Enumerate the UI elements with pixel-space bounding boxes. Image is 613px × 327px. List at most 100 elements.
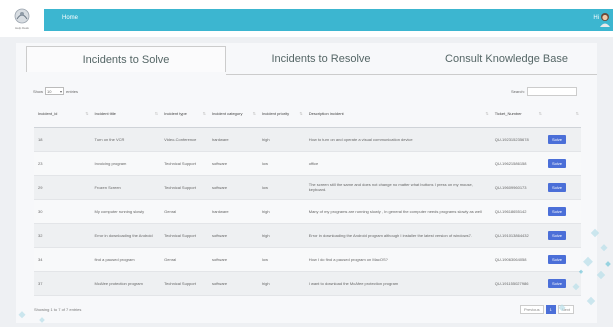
cell-ticket-number: QU-192315235678 [490, 127, 544, 152]
cell-incident-title: Frozen Screen [90, 175, 161, 200]
cell-incident-priority: low [258, 247, 305, 272]
table-row: 23 Invoicing program Technical Support s… [34, 151, 581, 176]
table-row: 18 Turn on the VCR Video-Conference hard… [34, 127, 581, 152]
entries-length-control: Show 10 ▾ entries [33, 87, 78, 95]
cell-action: Solve [543, 151, 581, 176]
solve-button[interactable]: Solve [547, 230, 566, 240]
search-control: Search: [511, 87, 577, 96]
cell-incident-title: Error in downloading the Android [90, 223, 161, 248]
sort-icon: ⇅ [202, 111, 206, 116]
table-header-row: Incident_id ⇅ Incident title ⇅ Incident ty… [34, 100, 581, 128]
solve-button[interactable]: Solve [547, 182, 566, 192]
entries-select[interactable]: 10 ▾ [45, 87, 65, 95]
cell-incident-priority: low [258, 151, 305, 176]
page-1-button[interactable]: 1 [545, 305, 556, 314]
solve-button[interactable]: Solve [547, 134, 566, 144]
cell-description: The screen still the same and does not c… [304, 175, 491, 200]
table-row: 30 My computer running slowly Genral har… [34, 199, 581, 224]
cell-ticket-number: QU-191013864432 [490, 223, 544, 248]
sort-icon: ⇅ [154, 111, 159, 116]
column-header-incident-type[interactable]: Incident type ⇅ [160, 100, 208, 128]
cell-incident-title: McAfee protection program [90, 271, 161, 296]
column-header-incident-priority[interactable]: Incident priority ⇅ [258, 100, 305, 128]
sort-icon: ⇅ [85, 111, 89, 116]
cell-action: Solve [543, 223, 581, 248]
cell-incident-category: hardware [207, 127, 258, 152]
cell-ticket-number: QU-19618655142 [490, 199, 544, 224]
column-header-incident-category[interactable]: Incident category ⇅ [207, 100, 258, 128]
user-avatar-icon[interactable] [599, 12, 611, 27]
cell-incident-category: hardware [207, 199, 258, 224]
main-panel: Incidents to Solve Incidents to Resolve … [16, 43, 597, 323]
cell-incident-priority: high [258, 127, 305, 152]
column-header-ticket-number[interactable]: Ticket_Number ⇅ [490, 100, 544, 128]
cell-description: Error in downloading the Android program… [304, 223, 491, 248]
cell-incident-priority: high [258, 271, 305, 296]
cell-incident-id: 29 [34, 175, 91, 200]
column-header-incident-title[interactable]: Incident title ⇅ [90, 100, 161, 128]
column-header-incident-id[interactable]: Incident_id ⇅ [34, 100, 91, 128]
cell-incident-type: Genral [160, 199, 208, 224]
solve-button[interactable]: Solve [547, 278, 566, 288]
cell-ticket-number: QU-19621586158 [490, 151, 544, 176]
table-row: 29 Frozen Screen Technical Support softw… [34, 175, 581, 200]
search-input[interactable] [526, 87, 577, 96]
tab-incidents-to-solve[interactable]: Incidents to Solve [26, 46, 226, 72]
cell-incident-type: Genral [160, 247, 208, 272]
cell-incident-priority: high [258, 199, 305, 224]
top-header: Help Desk Home Hi [0, 0, 613, 37]
navbar: Home Hi [44, 9, 613, 31]
solve-button[interactable]: Solve [547, 254, 566, 264]
search-label: Search: [511, 89, 525, 94]
cell-incident-type: Video-Conference [160, 127, 208, 152]
column-header-description[interactable]: Description incident ⇅ [304, 100, 491, 128]
cell-incident-id: 23 [34, 151, 91, 176]
cell-incident-title: My computer running slowly [90, 199, 161, 224]
app-logo[interactable]: Help Desk [0, 0, 44, 37]
chevron-down-icon: ▾ [60, 88, 63, 94]
sort-icon: ⇅ [252, 111, 256, 116]
cell-incident-id: 32 [34, 223, 91, 248]
cell-action: Solve [543, 247, 581, 272]
tab-consult-knowledge-base[interactable]: Consult Knowledge Base [416, 46, 597, 72]
column-header-action: ⇅ [543, 100, 581, 128]
cell-incident-title: find a paused program [90, 247, 161, 272]
entries-label: entries [66, 88, 79, 94]
entries-value: 10 [47, 88, 52, 94]
cell-ticket-number: QU-19609960173 [490, 175, 544, 200]
solve-button[interactable]: Solve [547, 206, 566, 216]
table-row: 34 find a paused program Genral software… [34, 247, 581, 272]
table-row: 32 Error in downloading the Android Tech… [34, 223, 581, 248]
table-row: 37 McAfee protection program Technical S… [34, 271, 581, 296]
cell-incident-id: 18 [34, 127, 91, 152]
cell-description: office [304, 151, 491, 176]
cell-incident-title: Invoicing program [90, 151, 161, 176]
cell-description: I want to download the McAfee protection… [304, 271, 491, 296]
next-page-button[interactable]: Next [557, 305, 575, 314]
cell-incident-category: software [207, 223, 258, 248]
table-info: Showing 1 to 7 of 7 entries [34, 307, 82, 312]
sort-icon: ⇅ [538, 111, 542, 116]
cell-action: Solve [543, 271, 581, 296]
cell-incident-type: Technical Support [160, 223, 208, 248]
solve-button[interactable]: Solve [547, 158, 566, 168]
cell-incident-id: 37 [34, 271, 91, 296]
cell-incident-priority: low [258, 175, 305, 200]
cell-description: Many of my programs are running slowly ,… [304, 199, 491, 224]
cell-ticket-number: QU-191155027986 [490, 271, 544, 296]
tab-bar: Incidents to Solve Incidents to Resolve … [16, 46, 597, 75]
previous-page-button[interactable]: Previous [520, 305, 544, 314]
cell-incident-type: Technical Support [160, 271, 208, 296]
sort-icon: ⇅ [485, 111, 489, 116]
cell-action: Solve [543, 127, 581, 152]
cell-incident-type: Technical Support [160, 151, 208, 176]
tab-incidents-to-resolve[interactable]: Incidents to Resolve [226, 46, 416, 72]
cell-incident-category: software [207, 175, 258, 200]
incidents-table: Incident_id ⇅ Incident title ⇅ Incident ty… [34, 100, 581, 296]
cell-description: How I do find a paused program on MacOS? [304, 247, 491, 272]
nav-home-link[interactable]: Home [62, 15, 78, 21]
cell-incident-id: 34 [34, 247, 91, 272]
cell-incident-category: software [207, 271, 258, 296]
cell-ticket-number: QU-19063064058 [490, 247, 544, 272]
cell-description: How to turn on and operate a visual comm… [304, 127, 491, 152]
